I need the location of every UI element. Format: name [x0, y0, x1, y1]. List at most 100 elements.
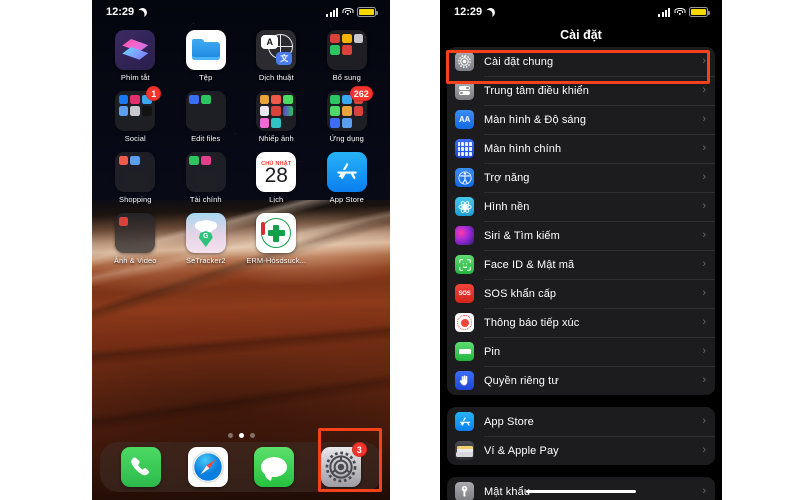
settings-row-emergency-sos[interactable]: SOS SOS khẩn cấp › [447, 279, 715, 308]
chevron-right-icon: › [702, 287, 706, 299]
crescent-moon-icon [137, 6, 149, 18]
settings-row-label: Trung tâm điều khiển [484, 84, 589, 97]
app-empty-slot [312, 213, 383, 265]
app-files[interactable]: Tệp [171, 30, 242, 82]
erm-icon[interactable] [256, 213, 297, 253]
settings-group-store: App Store › Ví & Apple Pay › [447, 407, 715, 465]
folder-social[interactable]: 1 Social [100, 86, 171, 143]
app-label: SeTracker2 [186, 256, 226, 265]
home-screen-phone: 12:29 Phím tắt Tệp 文 [92, 0, 390, 500]
settings-row-siri-search[interactable]: Siri & Tìm kiếm › [447, 221, 715, 250]
folder-ung-dung[interactable]: 262 Ứng dụng [312, 86, 383, 143]
settings-row-wallpaper[interactable]: Hình nền › [447, 192, 715, 221]
wallet-icon [455, 441, 474, 460]
folder-tai-chinh[interactable]: Tài chính [171, 152, 242, 204]
app-app-store[interactable]: App Store [312, 152, 383, 204]
home-indicator-bar[interactable] [526, 489, 636, 493]
folder-icon[interactable] [185, 91, 226, 131]
chevron-right-icon: › [702, 84, 706, 96]
page-indicator-dots[interactable] [92, 433, 390, 438]
chevron-right-icon: › [702, 374, 706, 386]
settings-row-label: Màn hình chính [484, 142, 562, 155]
settings-row-app-store[interactable]: App Store › [447, 407, 715, 436]
crescent-moon-icon [485, 6, 497, 18]
settings-row-accessibility[interactable]: Trợ năng › [447, 163, 715, 192]
calendar-icon[interactable]: CHỦ NHẬT 28 [256, 152, 297, 192]
badge-count: 1 [146, 86, 162, 101]
settings-row-general[interactable]: Cài đặt chung › [447, 47, 715, 76]
page-dot[interactable] [227, 433, 233, 438]
folder-bo-sung[interactable]: Bổ sung [312, 30, 383, 82]
folder-edit-files[interactable]: Edit files [171, 91, 242, 143]
settings-group-passwords: Mật khẩu › [447, 477, 715, 500]
folder-icon[interactable] [115, 213, 156, 253]
app-label: Bổ sung [332, 73, 361, 82]
files-icon[interactable] [185, 30, 226, 70]
app-label: Tệp [199, 73, 213, 82]
settings-row-label: Màn hình & Độ sáng [484, 113, 587, 126]
accessibility-icon [455, 168, 474, 187]
folder-icon[interactable]: 1 [115, 86, 162, 131]
page-dot[interactable] [249, 433, 255, 438]
settings-row-passwords[interactable]: Mật khẩu › [447, 477, 715, 500]
chevron-right-icon: › [702, 485, 706, 497]
settings-row-exposure-notifications[interactable]: Thông báo tiếp xúc › [447, 308, 715, 337]
chevron-right-icon: › [702, 229, 706, 241]
folder-shopping[interactable]: Shopping [100, 152, 171, 204]
translate-icon[interactable]: 文 [256, 30, 297, 70]
settings-row-privacy[interactable]: Quyền riêng tư › [447, 366, 715, 395]
badge-count: 262 [349, 86, 373, 101]
settings-row-control-center[interactable]: Trung tâm điều khiển › [447, 76, 715, 105]
settings-row-label: Trợ năng [484, 171, 530, 184]
settings-group-main: Cài đặt chung › Trung tâm điều khiển › A… [447, 47, 715, 395]
app-store-icon[interactable] [326, 152, 367, 192]
settings-row-label: App Store [484, 415, 534, 428]
folder-icon[interactable]: 262 [326, 86, 373, 131]
settings-row-label: Face ID & Mật mã [484, 258, 575, 271]
safari-compass-icon[interactable] [187, 447, 228, 487]
app-label: Lịch [269, 195, 284, 204]
chevron-right-icon: › [702, 415, 706, 427]
setracker-icon[interactable]: G [185, 213, 226, 253]
status-time: 12:29 [454, 6, 483, 18]
general-gear-icon [455, 52, 474, 71]
app-shortcuts[interactable]: Phím tắt [100, 30, 171, 82]
chevron-right-icon: › [702, 55, 706, 67]
app-label: Tài chính [189, 195, 222, 204]
messages-bubble-icon[interactable] [254, 447, 295, 487]
app-label: Social [124, 134, 146, 143]
settings-row-home-screen[interactable]: Màn hình chính › [447, 134, 715, 163]
chevron-right-icon: › [702, 316, 706, 328]
settings-row-battery[interactable]: Pin › [447, 337, 715, 366]
folder-anh-video[interactable]: Ảnh & Video [100, 213, 171, 265]
settings-gear-icon[interactable]: 3 [320, 442, 367, 487]
folder-icon[interactable] [185, 152, 226, 192]
settings-row-label: Cài đặt chung [484, 55, 554, 68]
phone-icon[interactable] [121, 447, 162, 487]
chevron-right-icon: › [702, 171, 706, 183]
app-erm[interactable]: ERM-Hósdsuck... [241, 213, 312, 265]
control-center-icon [455, 81, 474, 100]
settings-row-label: Pin [484, 345, 501, 358]
password-key-icon [455, 482, 474, 500]
page-dot-active[interactable] [238, 433, 244, 438]
home-app-grid: Phím tắt Tệp 文 Dịch thuật [92, 30, 390, 265]
cellular-bars-icon [658, 7, 670, 17]
face-id-icon [455, 255, 474, 274]
app-setracker2[interactable]: G SeTracker2 [171, 213, 242, 265]
folder-icon[interactable] [256, 91, 297, 131]
settings-row-display-brightness[interactable]: AA Màn hình & Độ sáng › [447, 105, 715, 134]
settings-row-wallet-apple-pay[interactable]: Ví & Apple Pay › [447, 436, 715, 465]
settings-row-face-id[interactable]: Face ID & Mật mã › [447, 250, 715, 279]
chevron-right-icon: › [702, 258, 706, 270]
screenshot-canvas: 12:29 Phím tắt Tệp 文 [0, 0, 800, 500]
folder-icon[interactable] [115, 152, 156, 192]
app-translate[interactable]: 文 Dịch thuật [241, 30, 312, 82]
battery-icon [357, 7, 378, 17]
app-calendar[interactable]: CHỦ NHẬT 28 Lịch [241, 152, 312, 204]
folder-icon[interactable] [326, 30, 367, 70]
settings-list-scroll[interactable]: Cài đặt chung › Trung tâm điều khiển › A… [440, 47, 722, 500]
wifi-icon [342, 7, 353, 17]
shortcuts-icon[interactable] [115, 30, 156, 70]
folder-nhiep-anh[interactable]: Nhiếp ảnh [241, 91, 312, 143]
